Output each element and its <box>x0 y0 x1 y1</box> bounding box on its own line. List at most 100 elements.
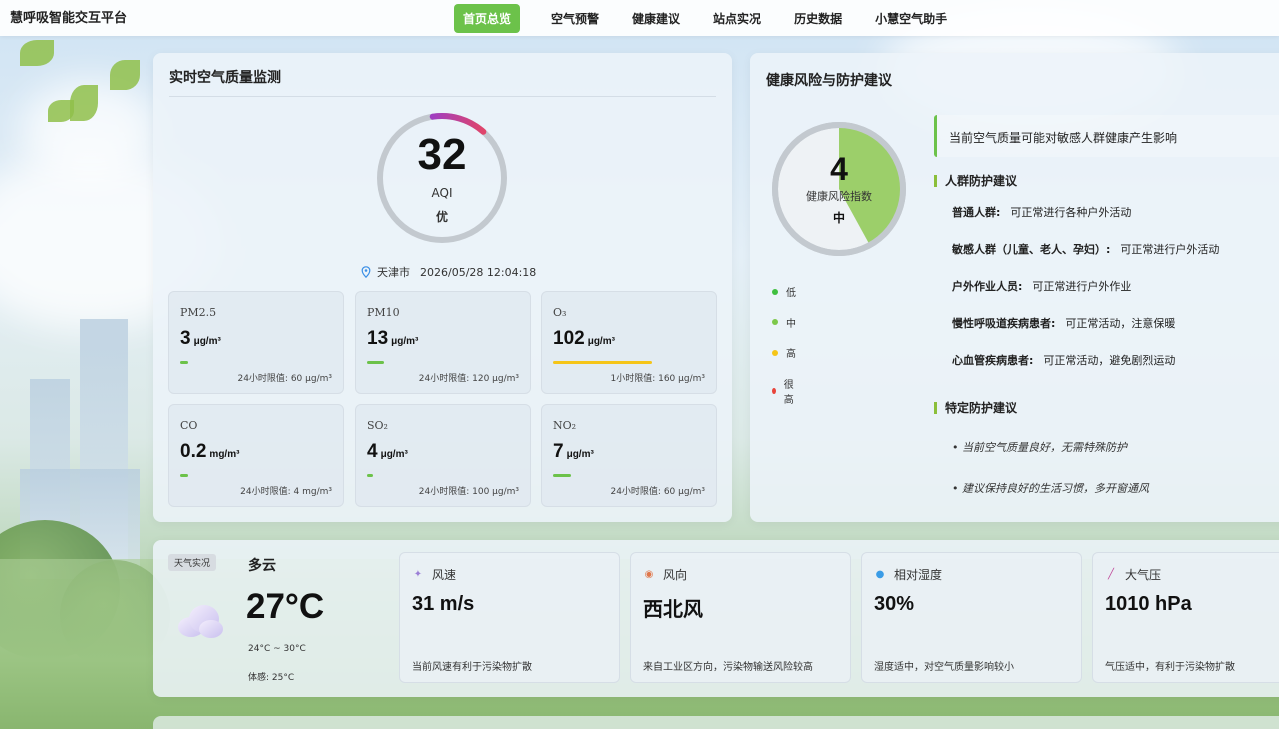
pollutant-limit: 24小时限值: 60 μg/m³ <box>237 374 332 384</box>
pollutant-name: SO₂ <box>367 419 388 432</box>
group-name: 敏感人群（儿童、老人、孕妇）: <box>952 243 1111 256</box>
legend-item: 高 <box>772 345 796 360</box>
special-tip: • 建议保持良好的生活习惯，多开窗通风 <box>952 482 1149 495</box>
pollutant-value: 0.2 <box>180 441 207 462</box>
nav-item-1[interactable]: 首页总览 <box>454 3 521 33</box>
weather-card-value: 31 m/s <box>412 593 475 615</box>
nav-menu: 首页总览 空气预警 健康建议 站点实况 历史数据 小慧空气助手 <box>454 0 971 36</box>
weather-card-note: 湿度适中，对空气质量影响较小 <box>874 662 1014 673</box>
weather-card-label: 相对湿度 <box>894 568 943 582</box>
pollutant-value: 102 <box>553 328 585 349</box>
weather-card: ✦ 风速 31 m/s 当前风速有利于污染物扩散 <box>399 552 620 683</box>
nav-item-3[interactable]: 健康建议 <box>623 4 689 33</box>
group-advice-row: 户外作业人员: 可正常进行户外作业 <box>952 278 1131 294</box>
pollutant-card: O₃ 102 μg/m³ 1小时限值: 160 μg/m³ <box>541 291 717 394</box>
pollutant-name: PM2.5 <box>180 306 217 319</box>
pollutant-value: 3 <box>180 328 191 349</box>
legend-dot <box>772 349 778 356</box>
pollutant-limit: 1小时限值: 160 μg/m³ <box>610 374 705 384</box>
compass-icon: ◉ <box>644 568 654 580</box>
legend-item: 中 <box>772 315 796 330</box>
weather-temp-range: 24°C ~ 30°C <box>248 644 306 654</box>
health-notice: 当前空气质量可能对敏感人群健康产生影响 <box>934 115 1279 157</box>
group-advice: 可正常活动，注意保暖 <box>1065 317 1176 330</box>
group-advice: 可正常进行户外作业 <box>1032 280 1132 293</box>
group-advice-row: 心血管疾病患者: 可正常活动，避免剧烈运动 <box>952 352 1175 368</box>
pollutant-card: SO₂ 4 μg/m³ 24小时限值: 100 μg/m³ <box>355 404 531 507</box>
weather-condition: 多云 <box>248 558 276 574</box>
pollutant-value-row: 4 μg/m³ <box>367 441 408 463</box>
divider <box>169 96 716 97</box>
group-advice-title: 人群防护建议 <box>934 175 1017 187</box>
weather-card-value: 1010 hPa <box>1105 593 1192 615</box>
health-notice-text: 当前空气质量可能对敏感人群健康产生影响 <box>949 131 1178 145</box>
aqi-label: AQI <box>431 186 453 200</box>
group-advice-row: 敏感人群（儿童、老人、孕妇）: 可正常进行户外活动 <box>952 241 1219 257</box>
health-title: 健康风险与防护建议 <box>766 73 892 89</box>
pollutant-limit: 24小时限值: 100 μg/m³ <box>418 487 519 497</box>
legend-label: 很高 <box>783 379 794 406</box>
pollutant-name: NO₂ <box>553 419 577 432</box>
special-tip: • 当前空气质量良好，无需特殊防护 <box>952 441 1127 454</box>
wind-icon: ✦ <box>413 568 423 580</box>
weather-card-header: ✦ 风速 <box>412 566 456 583</box>
health-panel: 健康风险与防护建议 4 健康风险指数 中 低中高很高 当前空气质量可能对敏感人群… <box>750 53 1279 522</box>
air-quality-panel: 实时空气质量监测 32 AQI 优 天津市 2026/05/28 12:04:1… <box>153 53 732 522</box>
pollutant-card: PM10 13 μg/m³ 24小时限值: 120 μg/m³ <box>355 291 531 394</box>
location-pin-icon <box>361 266 371 278</box>
location-time: 2026/05/28 12:04:18 <box>420 265 537 279</box>
cloud-icon <box>178 605 223 638</box>
legend-dot <box>772 288 778 295</box>
pollutant-unit: μg/m³ <box>566 449 594 460</box>
pollutant-unit: μg/m³ <box>391 336 419 347</box>
pollutant-value-row: 3 μg/m³ <box>180 328 221 350</box>
legend-label: 中 <box>786 318 796 330</box>
legend-label: 低 <box>786 288 796 299</box>
pollutant-card: PM2.5 3 μg/m³ 24小时限值: 60 μg/m³ <box>168 291 344 394</box>
pollutant-value-row: 102 μg/m³ <box>553 328 615 350</box>
pollutant-value: 7 <box>553 441 564 462</box>
risk-label: 健康风险指数 <box>806 190 872 203</box>
weather-badge: 天气实况 <box>168 554 217 571</box>
pollutant-value-row: 13 μg/m³ <box>367 328 418 350</box>
pollutant-level-bar <box>553 474 571 477</box>
pollutant-name: PM10 <box>367 306 400 319</box>
pollutant-limit: 24小时限值: 4 mg/m³ <box>240 487 332 497</box>
pollutant-name: O₃ <box>553 306 567 319</box>
weather-card-header: ◉ 风向 <box>643 566 687 583</box>
pollutant-value-row: 0.2 mg/m³ <box>180 441 239 463</box>
nav-item-2[interactable]: 空气预警 <box>542 4 608 33</box>
droplet-icon: ● <box>875 568 885 580</box>
nav-item-5[interactable]: 历史数据 <box>785 4 851 33</box>
top-nav: 慧呼吸智能交互平台 首页总览 空气预警 健康建议 站点实况 历史数据 小慧空气助手 <box>0 0 1279 36</box>
group-advice-row: 普通人群: 可正常进行各种户外活动 <box>952 204 1131 220</box>
weather-card-label: 风向 <box>663 568 688 582</box>
air-quality-title: 实时空气质量监测 <box>169 70 281 86</box>
group-name: 心血管疾病患者: <box>952 354 1034 367</box>
group-advice: 可正常活动，避免剧烈运动 <box>1043 354 1176 367</box>
pollutant-card: NO₂ 7 μg/m³ 24小时限值: 60 μg/m³ <box>541 404 717 507</box>
pollutant-unit: μg/m³ <box>587 336 615 347</box>
pollutant-value-row: 7 μg/m³ <box>553 441 594 463</box>
thermometer-icon: ╱ <box>1107 568 1115 580</box>
nav-item-6[interactable]: 小慧空气助手 <box>866 4 956 33</box>
legend-item: 很高 <box>772 376 796 406</box>
nav-item-4[interactable]: 站点实况 <box>704 4 770 33</box>
pollutant-card: CO 0.2 mg/m³ 24小时限值: 4 mg/m³ <box>168 404 344 507</box>
weather-card-value: 30% <box>874 593 915 615</box>
weather-card-note: 来自工业区方向，污染物输送风险较高 <box>643 662 813 673</box>
pollutant-value: 13 <box>367 328 389 349</box>
pollutant-level-bar <box>180 474 188 477</box>
weather-card-label: 大气压 <box>1125 568 1162 582</box>
weather-card-value: 西北风 <box>643 599 703 621</box>
aqi-level: 优 <box>435 210 448 224</box>
legend-dot <box>772 387 776 394</box>
weather-feels-like: 体感: 25°C <box>248 673 295 683</box>
special-advice-title: 特定防护建议 <box>934 402 1017 414</box>
group-advice: 可正常进行各种户外活动 <box>1010 206 1132 219</box>
group-name: 慢性呼吸道疾病患者: <box>952 317 1056 330</box>
group-advice-row: 慢性呼吸道疾病患者: 可正常活动，注意保暖 <box>952 315 1175 331</box>
pollutant-unit: mg/m³ <box>209 449 240 460</box>
weather-card: ● 相对湿度 30% 湿度适中，对空气质量影响较小 <box>861 552 1082 683</box>
weather-card: ◉ 风向西北风来自工业区方向，污染物输送风险较高 <box>630 552 851 683</box>
